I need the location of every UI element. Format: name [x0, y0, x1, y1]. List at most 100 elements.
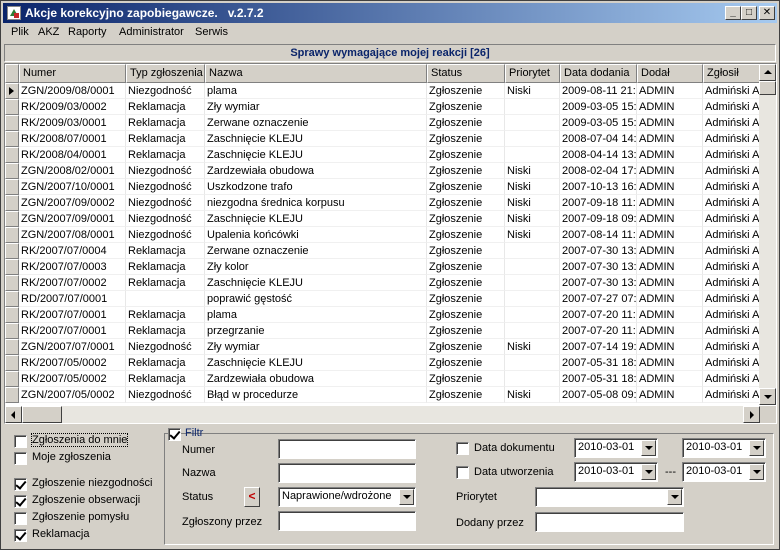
- menu-administrator[interactable]: Administrator: [119, 26, 184, 38]
- row-indicator[interactable]: [5, 275, 19, 291]
- filter-complaint-checkbox[interactable]: [14, 529, 27, 542]
- filter-idea-label[interactable]: Zgłoszenie pomysłu: [32, 511, 129, 523]
- column-header[interactable]: Typ zgłoszenia: [126, 64, 205, 83]
- table-row[interactable]: RD/2007/07/0001 poprawić gęstość Zgłoszeni…: [5, 291, 760, 307]
- row-indicator[interactable]: [5, 307, 19, 323]
- column-header[interactable]: Data dodania: [560, 64, 637, 83]
- table-row[interactable]: ZGN/2007/10/0001 Niezgodność Uszkodzone tr…: [5, 179, 760, 195]
- row-indicator[interactable]: [5, 131, 19, 147]
- row-indicator[interactable]: [5, 99, 19, 115]
- column-header[interactable]: Dodał: [637, 64, 703, 83]
- table-row[interactable]: ZGN/2007/07/0001 Niezgodność Zły wymiar Zgł…: [5, 339, 760, 355]
- status-select[interactable]: Naprawione/wdrożone: [278, 487, 416, 507]
- table-row[interactable]: ZGN/2007/05/0002 Niezgodność Błąd w proced…: [5, 387, 760, 403]
- nazwa-input[interactable]: [278, 463, 416, 483]
- menu-plik[interactable]: Plik: [11, 26, 29, 38]
- column-header[interactable]: Status: [427, 64, 505, 83]
- row-indicator[interactable]: [5, 179, 19, 195]
- filter-nonconformity-label[interactable]: Zgłoszenie niezgodności: [32, 477, 152, 489]
- scroll-left-button[interactable]: [5, 406, 22, 423]
- table-row[interactable]: RK/2007/07/0001 Reklamacja przegrzanie Zgło…: [5, 323, 760, 339]
- status-dropdown-button[interactable]: [399, 489, 414, 505]
- row-indicator[interactable]: [5, 147, 19, 163]
- maximize-button[interactable]: □: [741, 6, 757, 20]
- filter-to-me-label[interactable]: Zgłoszenia do mnie: [30, 433, 129, 447]
- close-button[interactable]: ✕: [759, 6, 775, 20]
- column-header[interactable]: Nazwa: [205, 64, 427, 83]
- table-row[interactable]: ZGN/2008/02/0001 Niezgodność Zardzewiała o…: [5, 163, 760, 179]
- data-dokumentu-to-picker[interactable]: 2010-03-01: [682, 438, 766, 458]
- column-header[interactable]: Priorytet: [505, 64, 560, 83]
- row-indicator[interactable]: [5, 163, 19, 179]
- priorytet-dropdown-button[interactable]: [667, 489, 682, 505]
- filter-complaint-label[interactable]: Reklamacja: [32, 528, 89, 540]
- zglaszajacy-input[interactable]: [278, 511, 416, 531]
- table-row[interactable]: RK/2007/05/0002 Reklamacja Zardzewiała obu…: [5, 371, 760, 387]
- data-utworzenia-checkbox[interactable]: [456, 466, 469, 479]
- row-indicator[interactable]: [5, 323, 19, 339]
- row-indicator[interactable]: [5, 115, 19, 131]
- minimize-button[interactable]: _: [725, 6, 741, 20]
- data-utworzenia-from-picker[interactable]: 2010-03-01: [574, 462, 658, 482]
- data-utworzenia-to-picker[interactable]: 2010-03-01: [682, 462, 766, 482]
- table-row[interactable]: RK/2009/03/0001 Reklamacja Zerwane oznacze…: [5, 115, 760, 131]
- column-header[interactable]: Zgłosił: [703, 64, 760, 83]
- filter-my-reports-checkbox[interactable]: [14, 452, 27, 465]
- row-indicator[interactable]: [5, 355, 19, 371]
- data-utworzenia-label[interactable]: Data utworzenia: [474, 466, 554, 478]
- table-row[interactable]: RK/2007/07/0002 Reklamacja Zaschnięcie KLE…: [5, 275, 760, 291]
- filter-observation-label[interactable]: Zgłoszenie obserwacji: [32, 494, 140, 506]
- filter-idea-checkbox[interactable]: [14, 512, 27, 525]
- calendar-dropdown-button[interactable]: [749, 440, 764, 456]
- table-row[interactable]: RK/2009/03/0002 Reklamacja Zły wymiar Zgłos…: [5, 99, 760, 115]
- scroll-up-button[interactable]: [759, 64, 776, 81]
- table-row[interactable]: ZGN/2007/09/0001 Niezgodność Zaschnięcie K…: [5, 211, 760, 227]
- data-dokumentu-from-picker[interactable]: 2010-03-01: [574, 438, 658, 458]
- title-bar[interactable]: Akcje korekcyjno zapobiegawcze. v.2.7.2 …: [3, 3, 777, 23]
- row-indicator[interactable]: [5, 243, 19, 259]
- table-row[interactable]: RK/2007/07/0001 Reklamacja plama Zgłoszenie…: [5, 307, 760, 323]
- data-dokumentu-checkbox[interactable]: [456, 442, 469, 455]
- row-indicator[interactable]: [5, 371, 19, 387]
- scroll-right-button[interactable]: [743, 406, 760, 423]
- row-indicator[interactable]: [5, 291, 19, 307]
- row-indicator[interactable]: [5, 387, 19, 403]
- cases-table[interactable]: Numer Typ zgłoszenia Nazwa Status Priory…: [4, 63, 777, 424]
- row-indicator[interactable]: [5, 211, 19, 227]
- data-dokumentu-label[interactable]: Data dokumentu: [474, 442, 555, 454]
- numer-input[interactable]: [278, 439, 416, 459]
- scroll-down-button[interactable]: [759, 388, 776, 405]
- status-operator-button[interactable]: <: [244, 487, 260, 507]
- menu-raporty[interactable]: Raporty: [68, 26, 107, 38]
- menu-serwis[interactable]: Serwis: [195, 26, 228, 38]
- calendar-dropdown-button[interactable]: [641, 464, 656, 480]
- table-row[interactable]: RK/2007/07/0004 Reklamacja Zerwane oznacze…: [5, 243, 760, 259]
- calendar-dropdown-button[interactable]: [641, 440, 656, 456]
- row-indicator[interactable]: [5, 195, 19, 211]
- filter-to-me-checkbox[interactable]: [14, 435, 27, 448]
- calendar-dropdown-button[interactable]: [749, 464, 764, 480]
- filter-nonconformity-checkbox[interactable]: [14, 478, 27, 491]
- menu-akz[interactable]: AKZ: [38, 26, 59, 38]
- priorytet-select[interactable]: [535, 487, 684, 507]
- table-row[interactable]: ZGN/2009/08/0001 Niezgodność plama Zgłoszen…: [5, 83, 760, 99]
- vertical-scrollbar[interactable]: [759, 64, 776, 405]
- table-row[interactable]: RK/2008/07/0001 Reklamacja Zaschnięcie KLE…: [5, 131, 760, 147]
- scroll-thumb-horizontal[interactable]: [22, 406, 62, 423]
- filter-observation-checkbox[interactable]: [14, 495, 27, 508]
- row-indicator[interactable]: [5, 83, 19, 99]
- row-indicator[interactable]: [5, 339, 19, 355]
- dodany-input[interactable]: [535, 512, 684, 532]
- filter-my-reports-label[interactable]: Moje zgłoszenia: [32, 451, 111, 463]
- column-header[interactable]: Numer: [19, 64, 126, 83]
- scroll-thumb[interactable]: [759, 81, 776, 95]
- table-row[interactable]: RK/2007/05/0002 Reklamacja Zaschnięcie KLE…: [5, 355, 760, 371]
- horizontal-scrollbar[interactable]: [5, 406, 776, 423]
- row-indicator[interactable]: [5, 259, 19, 275]
- filter-enable-checkbox[interactable]: [168, 428, 181, 441]
- table-row[interactable]: ZGN/2007/09/0002 Niezgodność niezgodna śre…: [5, 195, 760, 211]
- table-row[interactable]: RK/2007/07/0003 Reklamacja Zły kolor Zgłosz…: [5, 259, 760, 275]
- row-indicator[interactable]: [5, 227, 19, 243]
- table-row[interactable]: ZGN/2007/08/0001 Niezgodność Upalenia końc…: [5, 227, 760, 243]
- table-row[interactable]: RK/2008/04/0001 Reklamacja Zaschnięcie KLE…: [5, 147, 760, 163]
